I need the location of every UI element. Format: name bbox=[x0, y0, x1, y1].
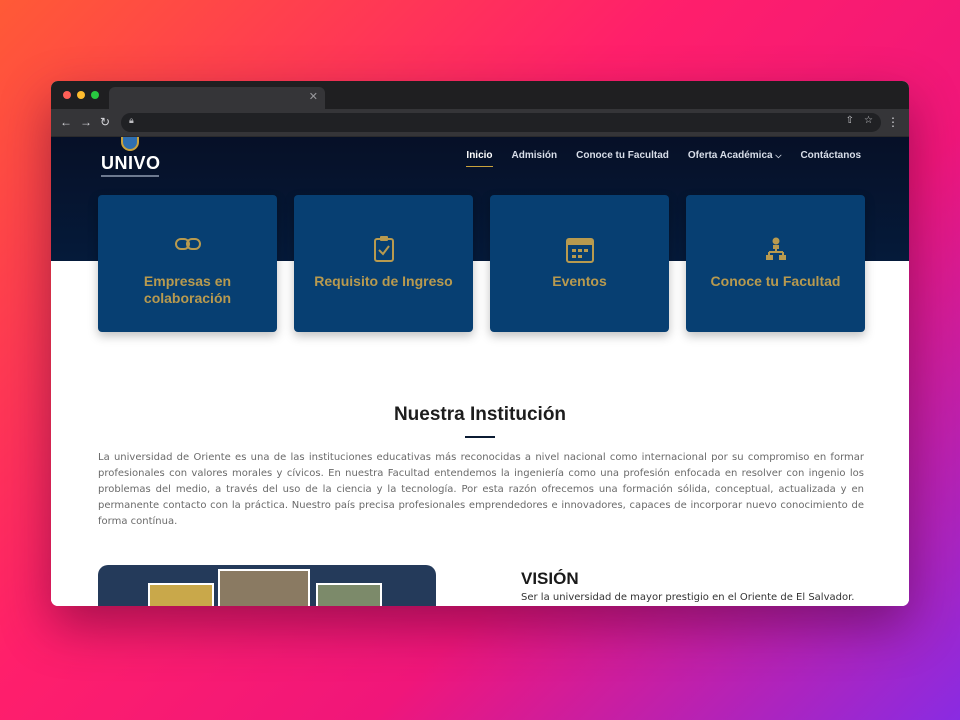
card-label: Empresas en colaboración bbox=[143, 273, 232, 306]
kebab-menu-icon[interactable]: ⋮ bbox=[887, 115, 899, 129]
card-label: Eventos bbox=[552, 273, 607, 289]
main-nav: Inicio Admisión Conoce tu Facultad Ofert… bbox=[466, 150, 861, 167]
shield-icon bbox=[121, 137, 139, 151]
card-empresas[interactable]: Empresas en colaboración bbox=[98, 195, 277, 332]
logo-text: UNIVO bbox=[101, 153, 161, 173]
card-requisito[interactable]: Requisito de Ingreso bbox=[294, 195, 473, 332]
quick-links: Empresas en colaboración Requisito de In… bbox=[98, 195, 865, 332]
nav-conoce-facultad[interactable]: Conoce tu Facultad bbox=[576, 150, 669, 167]
browser-tab[interactable]: ✕ bbox=[109, 87, 325, 109]
nav-admision[interactable]: Admisión bbox=[512, 150, 558, 167]
univo-logo[interactable]: UNIVO bbox=[99, 137, 163, 181]
browser-window: ✕ ← → ↻ 🔒︎ ⇧ ☆ ⋮ UNIVO Inicio Admisión C… bbox=[51, 81, 909, 606]
card-label: Requisito de Ingreso bbox=[314, 273, 453, 289]
tab-bar: ✕ bbox=[51, 81, 909, 109]
gallery-photo-3 bbox=[316, 583, 382, 606]
maximize-window-button[interactable] bbox=[91, 91, 99, 99]
address-bar[interactable]: 🔒︎ ⇧ ☆ bbox=[121, 113, 881, 132]
share-icon[interactable]: ⇧ bbox=[846, 115, 854, 126]
card-conoce-facultad[interactable]: Conoce tu Facultad bbox=[686, 195, 865, 332]
close-icon[interactable]: ✕ bbox=[309, 90, 318, 103]
org-chart-icon bbox=[686, 237, 865, 267]
chevron-down-icon: ⌵ bbox=[775, 151, 782, 160]
nav-oferta-academica[interactable]: Oferta Académica ⌵ bbox=[688, 150, 782, 167]
card-label: Conoce tu Facultad bbox=[710, 273, 841, 289]
logo-underline bbox=[101, 175, 159, 177]
minimize-window-button[interactable] bbox=[77, 91, 85, 99]
gallery-photo-1 bbox=[148, 583, 214, 606]
arrow-left-icon[interactable]: ← bbox=[60, 115, 72, 129]
nav-contactanos[interactable]: Contáctanos bbox=[800, 150, 861, 167]
title-divider bbox=[465, 436, 495, 438]
browser-toolbar: ← → ↻ 🔒︎ ⇧ ☆ ⋮ bbox=[51, 109, 909, 137]
vision-title: VISIÓN bbox=[521, 569, 579, 588]
clipboard-check-icon bbox=[294, 235, 473, 265]
vision-text: Ser la universidad de mayor prestigio en… bbox=[521, 592, 855, 603]
calendar-icon bbox=[490, 235, 669, 265]
close-window-button[interactable] bbox=[63, 91, 71, 99]
intro-paragraph: La universidad de Oriente es una de las … bbox=[98, 452, 864, 527]
arrow-right-icon[interactable]: → bbox=[80, 115, 92, 129]
lock-icon: 🔒︎ bbox=[129, 115, 134, 125]
card-eventos[interactable]: Eventos bbox=[490, 195, 669, 332]
nav-inicio[interactable]: Inicio bbox=[466, 150, 493, 167]
web-page: UNIVO Inicio Admisión Conoce tu Facultad… bbox=[51, 137, 909, 606]
gallery-photo-2 bbox=[218, 569, 310, 606]
window-controls bbox=[63, 91, 99, 99]
reload-icon[interactable]: ↻ bbox=[100, 115, 110, 129]
link-icon bbox=[98, 237, 277, 267]
section-title: Nuestra Institución bbox=[393, 404, 567, 425]
nav-oferta-label: Oferta Académica bbox=[687, 150, 773, 161]
photo-gallery bbox=[98, 565, 436, 606]
star-icon[interactable]: ☆ bbox=[864, 115, 873, 126]
